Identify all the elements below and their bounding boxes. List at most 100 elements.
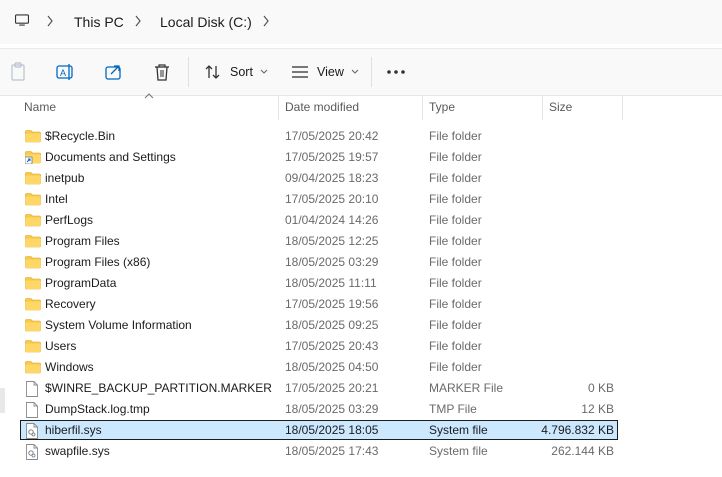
file-row[interactable]: PerfLogs 01/04/2024 14:26 File folder	[20, 210, 618, 230]
this-pc-icon[interactable]	[14, 14, 30, 26]
file-date-modified: 17/05/2025 20:21	[285, 381, 379, 395]
file-type: System file	[429, 423, 488, 437]
column-resize-handle[interactable]	[622, 96, 623, 120]
file-date-modified: 17/05/2025 20:43	[285, 339, 379, 353]
rename-icon: A	[56, 64, 73, 80]
file-name: $WINRE_BACKUP_PARTITION.MARKER	[45, 381, 272, 395]
folder-icon	[25, 339, 41, 353]
view-label: View	[317, 65, 344, 79]
file-row[interactable]: Recovery 17/05/2025 19:56 File folder	[20, 294, 618, 314]
delete-button[interactable]	[153, 61, 171, 83]
file-name: ProgramData	[45, 276, 117, 290]
file-row[interactable]: inetpub 09/04/2025 18:23 File folder	[20, 168, 618, 188]
folder-icon	[25, 171, 41, 185]
file-row[interactable]: swapfile.sys 18/05/2025 17:43 System file 2…	[20, 441, 618, 461]
file-size: 12 KB	[581, 402, 614, 416]
file-name: Intel	[45, 192, 68, 206]
file-type: File folder	[429, 150, 482, 164]
file-name: PerfLogs	[45, 213, 94, 227]
file-date-modified: 18/05/2025 12:25	[285, 234, 379, 248]
file-icon	[25, 402, 41, 418]
sort-button[interactable]: Sort	[204, 61, 269, 83]
file-date-modified: 18/05/2025 11:11	[285, 276, 377, 290]
file-name: Recovery	[45, 297, 96, 311]
folder-shortcut-icon	[24, 150, 41, 165]
address-bar: This PC Local Disk (C:)	[0, 0, 722, 44]
rename-button[interactable]: A	[56, 61, 76, 83]
file-size: 4.796.832 KB	[541, 423, 614, 437]
folder-icon	[25, 129, 41, 143]
sort-icon	[205, 65, 220, 79]
file-name: swapfile.sys	[45, 444, 110, 458]
share-button[interactable]	[104, 61, 124, 83]
file-date-modified: 18/05/2025 09:25	[285, 318, 379, 332]
file-name: Documents and Settings	[45, 150, 176, 164]
file-date-modified: 17/05/2025 20:10	[285, 192, 379, 206]
file-date-modified: 17/05/2025 19:57	[285, 150, 379, 164]
file-date-modified: 18/05/2025 04:50	[285, 360, 379, 374]
file-row[interactable]: DumpStack.log.tmp 18/05/2025 03:29 TMP Fil…	[20, 399, 618, 419]
folder-icon	[25, 255, 41, 269]
view-button[interactable]: View	[291, 61, 360, 83]
paste-icon	[11, 62, 25, 81]
file-type: File folder	[429, 276, 482, 290]
svg-text:A: A	[60, 68, 66, 78]
file-row[interactable]: $WINRE_BACKUP_PARTITION.MARKER 17/05/2025…	[20, 378, 618, 398]
file-row[interactable]: Windows 18/05/2025 04:50 File folder	[20, 357, 618, 377]
sort-label: Sort	[230, 65, 253, 79]
file-size: 262.144 KB	[551, 444, 614, 458]
chevron-right-icon[interactable]	[46, 14, 54, 28]
chevron-right-icon[interactable]	[262, 14, 270, 28]
column-header-date[interactable]: Date modified	[279, 94, 422, 120]
scroll-rail[interactable]	[0, 388, 5, 413]
file-date-modified: 18/05/2025 03:29	[285, 255, 379, 269]
file-type: System file	[429, 444, 488, 458]
chevron-down-icon	[260, 69, 268, 74]
folder-icon	[25, 192, 41, 206]
column-header-size[interactable]: Size	[543, 94, 622, 120]
file-date-modified: 01/04/2024 14:26	[285, 213, 379, 227]
file-row[interactable]: Intel 17/05/2025 20:10 File folder	[20, 189, 618, 209]
breadcrumb-this-pc[interactable]: This PC	[74, 14, 124, 30]
view-icon	[292, 66, 308, 78]
paste-button[interactable]	[10, 61, 26, 83]
file-row[interactable]: Documents and Settings 17/05/2025 19:57 Fi…	[20, 147, 618, 167]
more-options-icon	[387, 70, 405, 74]
chevron-right-icon[interactable]	[134, 14, 142, 28]
file-name: DumpStack.log.tmp	[45, 402, 150, 416]
file-type: File folder	[429, 255, 482, 269]
toolbar-divider	[188, 57, 189, 87]
folder-icon	[25, 297, 41, 311]
file-date-modified: 18/05/2025 18:05	[285, 423, 379, 437]
file-name: inetpub	[45, 171, 85, 185]
file-row[interactable]: Users 17/05/2025 20:43 File folder	[20, 336, 618, 356]
file-row[interactable]: Program Files 18/05/2025 12:25 File folder	[20, 231, 618, 251]
file-date-modified: 18/05/2025 17:43	[285, 444, 379, 458]
file-name: Program Files (x86)	[45, 255, 151, 269]
file-date-modified: 09/04/2025 18:23	[285, 171, 379, 185]
file-date-modified: 17/05/2025 20:42	[285, 129, 379, 143]
file-type: File folder	[429, 297, 482, 311]
file-type: File folder	[429, 234, 482, 248]
column-header-row: Name Date modified Type Size	[0, 94, 722, 120]
file-type: File folder	[429, 360, 482, 374]
folder-icon	[25, 213, 41, 227]
file-icon	[25, 381, 41, 397]
see-more-button[interactable]	[386, 61, 406, 83]
trash-icon	[155, 63, 169, 81]
file-name: Windows	[45, 360, 94, 374]
column-header-type[interactable]: Type	[423, 94, 542, 120]
file-row[interactable]: $Recycle.Bin 17/05/2025 20:42 File folder	[20, 126, 618, 146]
file-name: hiberfil.sys	[45, 423, 102, 437]
file-date-modified: 18/05/2025 03:29	[285, 402, 379, 416]
file-row[interactable]: ProgramData 18/05/2025 11:11 File folder	[20, 273, 618, 293]
file-type: File folder	[429, 129, 482, 143]
file-type: File folder	[429, 318, 482, 332]
file-row[interactable]: System Volume Information 18/05/2025 09:2…	[20, 315, 618, 335]
breadcrumb-local-disk[interactable]: Local Disk (C:)	[160, 14, 252, 30]
file-row-selected[interactable]: hiberfil.sys 18/05/2025 18:05 System file 4…	[20, 420, 618, 440]
column-header-name[interactable]: Name	[18, 94, 278, 120]
file-row[interactable]: Program Files (x86) 18/05/2025 03:29 File …	[20, 252, 618, 272]
file-type: File folder	[429, 171, 482, 185]
folder-icon	[25, 360, 41, 374]
